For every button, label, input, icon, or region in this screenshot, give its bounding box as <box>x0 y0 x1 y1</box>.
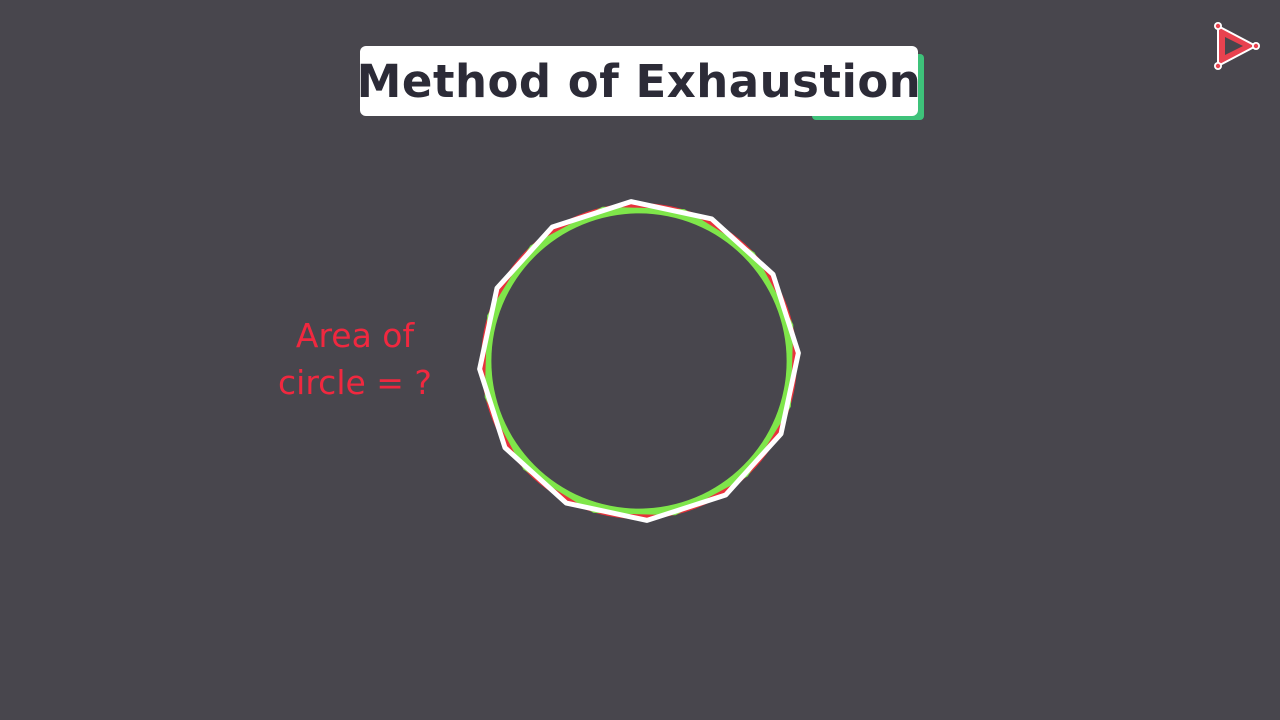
video-frame: Method of Exhaustion Area of circle = ? <box>0 0 1280 720</box>
area-question-line-1: Area of <box>295 316 415 355</box>
exhaustion-diagram <box>477 199 801 523</box>
area-question: Area of circle = ? <box>255 312 455 406</box>
title-banner: Method of Exhaustion <box>357 46 924 120</box>
page-title: Method of Exhaustion <box>356 54 922 108</box>
title-card: Method of Exhaustion <box>357 46 921 116</box>
interior-region <box>491 213 787 509</box>
area-question-line-2: circle = ? <box>278 363 432 402</box>
play-logo-icon <box>1214 22 1260 70</box>
